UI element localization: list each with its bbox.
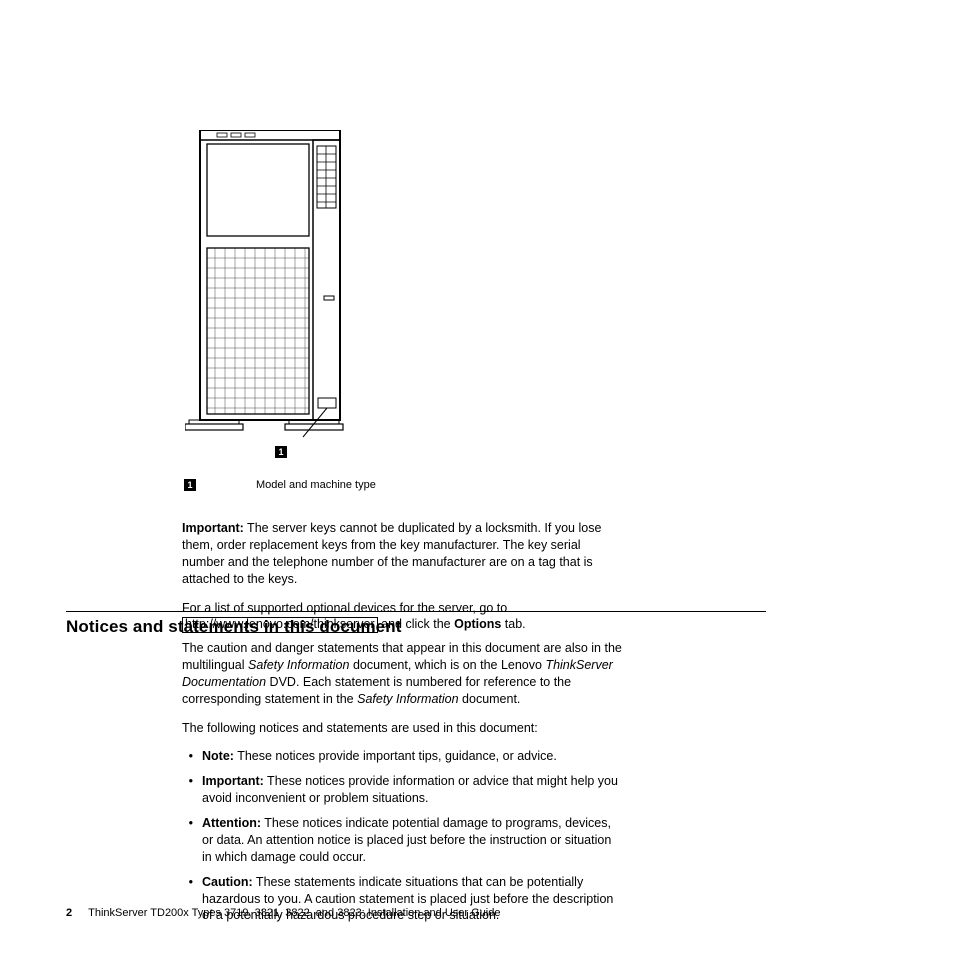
intro-i1: Safety Information [248,658,349,672]
important-label: Important: [182,521,244,535]
legend-text-1: Model and machine type [256,478,376,493]
list-item: Attention: These notices indicate potent… [200,815,622,866]
notice-list: Note: These notices provide important ti… [182,748,622,924]
devices-suffix-2: tab. [501,617,525,631]
footer-text: ThinkServer TD200x Types 3719, 3821, 382… [88,907,500,919]
section-heading: Notices and statements in this document [66,616,401,639]
figure-legend: 1 Model and machine type [184,478,376,493]
item-text: These notices provide information or adv… [202,774,618,805]
list-item: Note: These notices provide important ti… [200,748,622,765]
list-intro: The following notices and statements are… [182,720,622,737]
intro-paragraph: The caution and danger statements that a… [182,640,622,708]
page-footer: 2 ThinkServer TD200x Types 3719, 3821, 38… [66,906,501,921]
item-text: These notices provide important tips, gu… [234,749,557,763]
options-word: Options [454,617,501,631]
list-item: Important: These notices provide informa… [200,773,622,807]
page-number: 2 [66,907,72,919]
callout-1-marker: 1 [275,446,287,458]
legend-marker-1: 1 [184,479,196,491]
item-label: Attention: [202,816,261,830]
item-label: Caution: [202,875,253,889]
intro-i3: Safety Information [357,692,458,706]
intro-t4: document. [459,692,521,706]
server-illustration [185,130,365,440]
section-rule [66,611,766,612]
item-label: Note: [202,749,234,763]
important-paragraph: Important: The server keys cannot be dup… [182,520,622,588]
page: 1 1 Model and machine type Important: Th… [0,0,954,954]
important-text: The server keys cannot be duplicated by … [182,521,601,586]
item-label: Important: [202,774,264,788]
item-text: These notices indicate potential damage … [202,816,611,864]
server-figure [185,130,385,440]
intro-t2: document, which is on the Lenovo [349,658,545,672]
content-block-2: The caution and danger statements that a… [182,640,622,932]
devices-prefix: For a list of supported optional devices… [182,601,507,615]
